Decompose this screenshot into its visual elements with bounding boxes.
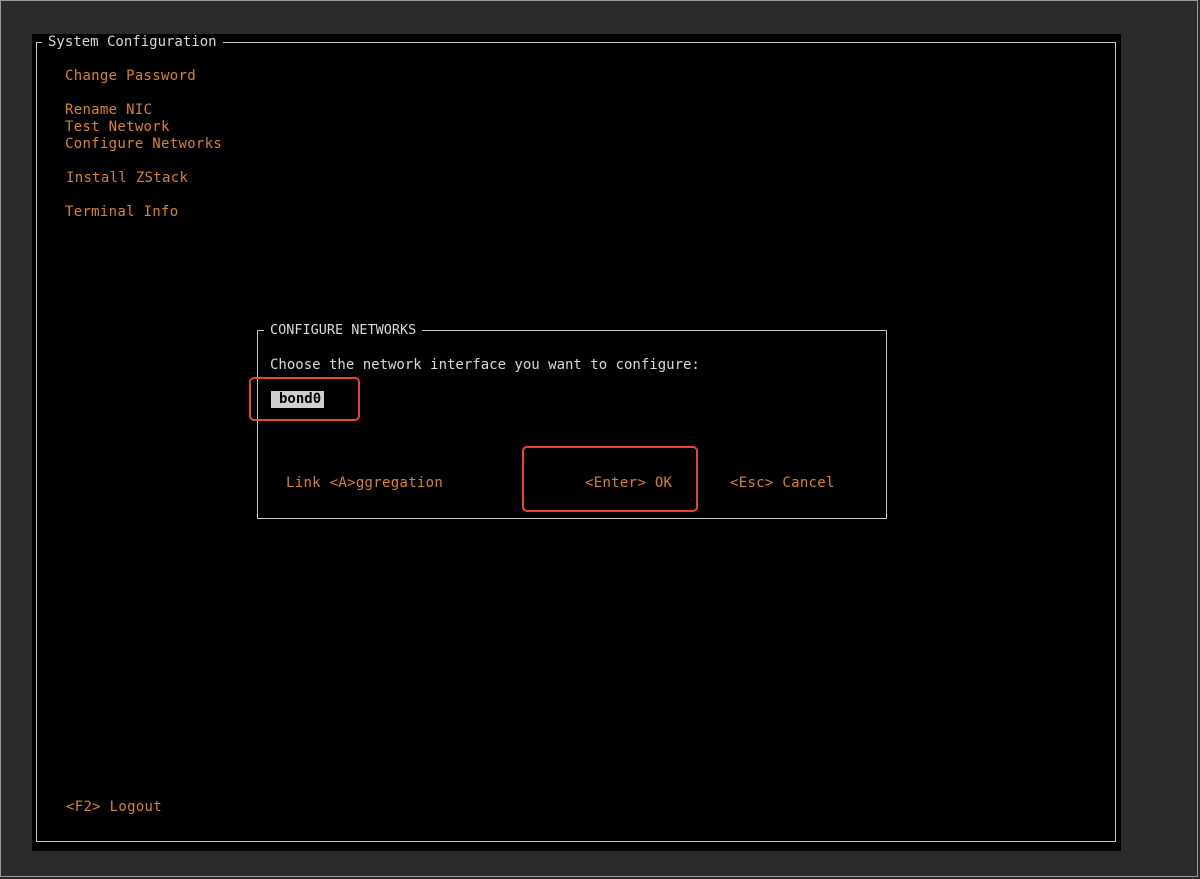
menu-item-terminal-info[interactable]: Terminal Info: [65, 204, 178, 221]
menu-item-rename-nic[interactable]: Rename NIC: [65, 102, 152, 119]
configure-networks-dialog: CONFIGURE NETWORKS Choose the network in…: [257, 322, 887, 519]
logout-button[interactable]: <F2> Logout: [66, 799, 162, 816]
ok-button[interactable]: <Enter> OK: [585, 475, 672, 492]
dialog-prompt: Choose the network interface you want to…: [270, 357, 700, 373]
menu-item-configure-networks[interactable]: Configure Networks: [65, 136, 222, 153]
interface-option-bond0[interactable]: bond0: [271, 391, 325, 408]
menu-item-install-zstack[interactable]: Install ZStack: [66, 170, 188, 187]
link-aggregation-button[interactable]: Link <A>ggregation: [286, 475, 443, 492]
dialog-title: CONFIGURE NETWORKS: [264, 322, 423, 338]
menu-item-test-network[interactable]: Test Network: [65, 119, 170, 136]
terminal-screen: System Configuration Change Password Ren…: [32, 34, 1121, 851]
cancel-button[interactable]: <Esc> Cancel: [730, 475, 835, 492]
panel-title: System Configuration: [42, 34, 223, 50]
menu-item-change-password[interactable]: Change Password: [65, 68, 196, 85]
